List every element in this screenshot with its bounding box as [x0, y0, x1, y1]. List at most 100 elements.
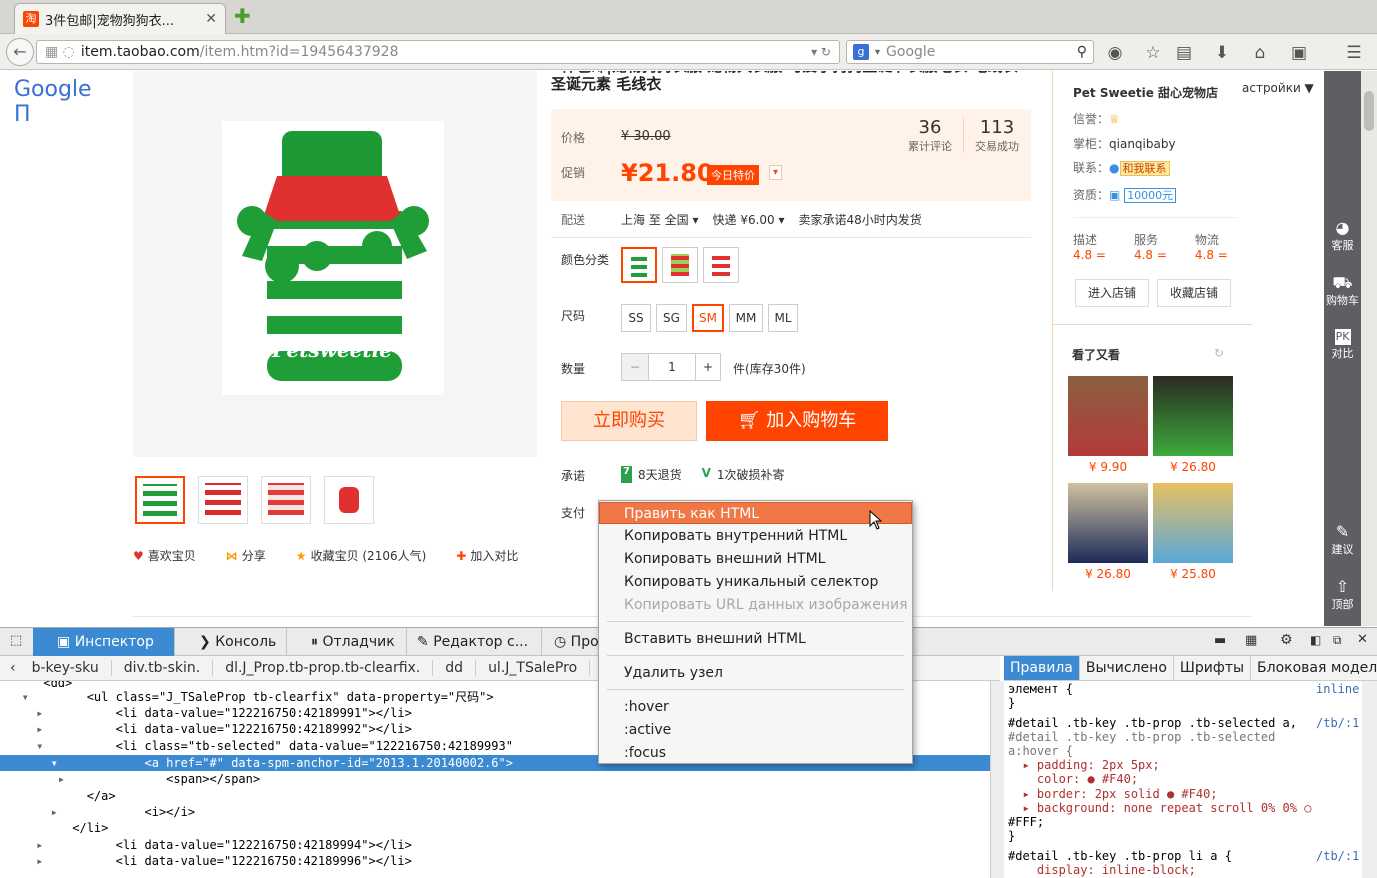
sidebar-customer-service[interactable]: ◕ 客服 — [1324, 219, 1361, 253]
recommend-image-1[interactable] — [1068, 376, 1148, 456]
search-input[interactable]: Google — [886, 44, 935, 60]
rule-text[interactable]: ▸ padding: 2px 5px; — [1008, 758, 1159, 772]
markup-line[interactable]: ▸ <i></i> — [0, 804, 990, 820]
delivery-express[interactable]: 快递 ¥6.00 — [713, 213, 775, 227]
add-to-cart-button[interactable]: 🛒︎ 加入购物车 — [706, 401, 888, 441]
tab-computed[interactable]: Вычислено — [1080, 656, 1174, 680]
markup-line[interactable]: ▸ <span></span> — [0, 771, 990, 787]
breadcrumb-item[interactable]: ul.J_TSalePro — [476, 660, 591, 676]
tab-inspector[interactable]: ▣ Инспектор — [33, 628, 175, 656]
chevron-left-icon[interactable]: ‹ — [0, 660, 20, 676]
rule-source[interactable]: inline — [1316, 682, 1359, 697]
quantity-plus-button[interactable]: + — [695, 353, 721, 381]
menu-item-paste-outer-html[interactable]: Вставить внешний HTML — [600, 628, 911, 650]
bookmark-star-icon[interactable]: ☆ — [1142, 42, 1164, 64]
size-ss[interactable]: SS — [621, 304, 651, 332]
rule-text[interactable]: color: ● #F40; — [1008, 772, 1138, 786]
promise-reship[interactable]: 1次破损补寄 — [717, 466, 785, 483]
bookmarks-menu-icon[interactable]: ▤ — [1173, 42, 1195, 64]
favorite-action[interactable]: ★ 收藏宝贝 (2106人气) — [296, 547, 426, 564]
sidebar-top[interactable]: ⇧ 顶部 — [1324, 578, 1361, 612]
keeper-name[interactable]: qianqibaby — [1109, 137, 1176, 151]
search-engine-icon[interactable]: g — [853, 44, 869, 60]
menu-item-copy-outer-html[interactable]: Копировать внешний HTML — [600, 548, 911, 570]
like-action[interactable]: ♥ 喜欢宝贝 — [133, 547, 196, 564]
back-arrow-icon[interactable]: ← — [6, 38, 34, 66]
recommend-image-2[interactable] — [1153, 376, 1233, 456]
tab-console[interactable]: ❯ Консоль — [175, 628, 287, 656]
tab-rules[interactable]: Правила — [1004, 656, 1080, 680]
rules-panel[interactable]: элемент {inline } #detail .tb-key .tb-pr… — [1004, 681, 1362, 878]
enter-shop-button[interactable]: 进入店铺 — [1075, 279, 1149, 307]
page-info-icon[interactable]: ▦ ◌ — [45, 44, 75, 60]
markup-scrollbar[interactable] — [990, 681, 1004, 878]
tab-debugger[interactable]: ⏸ Отладчик — [287, 628, 407, 656]
stat-reviews[interactable]: 36 累计评论 — [896, 117, 964, 154]
breadcrumb-item[interactable]: b-key-sku — [20, 660, 112, 676]
tab-style-editor[interactable]: ✎ Редактор с... — [407, 628, 542, 656]
buy-now-button[interactable]: 立即购买 — [561, 401, 697, 441]
size-mm[interactable]: MM — [729, 304, 763, 332]
stat-sales[interactable]: 113 交易成功 — [963, 117, 1031, 154]
close-tab-icon[interactable]: ✕ — [205, 11, 217, 27]
dock-side-icon[interactable]: ◧ — [1310, 633, 1321, 647]
close-icon[interactable]: ✕ — [1357, 632, 1368, 647]
promise-return[interactable]: 8天退货 — [638, 466, 682, 483]
thumbnail-3[interactable] — [261, 476, 311, 524]
deposit-badge[interactable]: 10000元 — [1124, 188, 1177, 203]
markup-line[interactable]: </li> — [0, 820, 990, 836]
menu-item-focus[interactable]: :focus — [600, 742, 911, 764]
rule-text[interactable]: ▸ border: 2px solid ● #F40; — [1008, 787, 1217, 801]
reload-icon[interactable]: ▾ ↻ — [811, 45, 831, 59]
s3-addon-icon[interactable]: ▣ — [1288, 42, 1310, 64]
magnifier-icon[interactable]: ⚲ — [1077, 44, 1087, 60]
color-option-green[interactable] — [621, 247, 657, 283]
rule-text[interactable]: ▸ background: none repeat scroll 0% 0% ○ — [1008, 801, 1311, 815]
tab-profiler[interactable]: ◷ Про — [542, 628, 602, 656]
size-ml[interactable]: ML — [768, 304, 798, 332]
contact-button[interactable]: 和我联系 — [1119, 161, 1170, 176]
menu-item-edit-html[interactable]: Править как HTML — [599, 502, 912, 524]
pick-element-icon[interactable]: ⬚ — [10, 633, 22, 648]
gear-icon[interactable]: ⚙ — [1280, 632, 1293, 648]
tab-box-model[interactable]: Блоковая модель — [1251, 656, 1377, 680]
compare-action[interactable]: ✚ 加入对比 — [456, 547, 518, 564]
menu-item-active[interactable]: :active — [600, 719, 911, 741]
thumbnail-4[interactable] — [324, 476, 374, 524]
scratchpad-icon[interactable]: ▦ — [1245, 633, 1257, 648]
markup-line[interactable]: ▸ <li data-value="122216750:42189994"></… — [0, 837, 990, 853]
breadcrumb-item[interactable]: dl.J_Prop.tb-prop.tb-clearfix. — [213, 660, 434, 676]
responsive-icon[interactable]: ▬ — [1214, 633, 1226, 648]
markup-line[interactable]: ▸ <li data-value="122216750:42189996"></… — [0, 853, 990, 869]
recommend-image-3[interactable] — [1068, 483, 1148, 563]
undock-icon[interactable]: ⧉ — [1333, 633, 1342, 648]
shop-name[interactable]: Pet Sweetie 甜心宠物店 — [1073, 84, 1218, 101]
share-action[interactable]: ⋈ 分享 — [226, 547, 266, 564]
chevron-down-icon[interactable]: ▾ — [769, 165, 783, 180]
color-option-red-green[interactable] — [662, 247, 698, 283]
delivery-to[interactable]: 全国 — [665, 213, 689, 227]
rule-source[interactable]: /tb/:1 — [1316, 716, 1359, 731]
markup-line[interactable]: </a> — [0, 788, 990, 804]
tab-fonts[interactable]: Шрифты — [1174, 656, 1252, 680]
product-main-image[interactable]: Petsweetie — [222, 121, 444, 395]
sidebar-cart[interactable]: ⛟ 购物车 — [1324, 274, 1361, 308]
refresh-icon[interactable]: ↻ — [1214, 346, 1224, 360]
favorite-shop-button[interactable]: 收藏店铺 — [1157, 279, 1231, 307]
sidebar-suggest[interactable]: ✎ 建议 — [1324, 523, 1361, 557]
settings-link[interactable]: астройки ▼ — [1242, 81, 1314, 95]
thumbnail-2[interactable] — [198, 476, 248, 524]
quantity-minus-button[interactable]: − — [621, 353, 649, 381]
rule-source[interactable]: /tb/:1 — [1316, 849, 1359, 864]
sidebar-compare[interactable]: PK 对比 — [1324, 329, 1361, 361]
size-sm[interactable]: SM — [692, 304, 724, 332]
chevron-down-icon[interactable]: ▾ — [875, 47, 880, 58]
size-sg[interactable]: SG — [656, 304, 687, 332]
menu-item-hover[interactable]: :hover — [600, 696, 911, 718]
search-bar[interactable]: g ▾ Google ⚲ — [846, 40, 1094, 64]
url-bar[interactable]: ▦ ◌ item.taobao.com /item.htm?id=1945643… — [36, 40, 840, 64]
browser-tab[interactable]: 淘 3件包邮|宠物狗狗衣... ✕ — [14, 3, 226, 34]
home-icon[interactable]: ⌂ — [1249, 42, 1271, 64]
downloads-icon[interactable]: ⬇ — [1211, 42, 1233, 64]
menu-hamburger-icon[interactable]: ☰ — [1343, 42, 1365, 64]
